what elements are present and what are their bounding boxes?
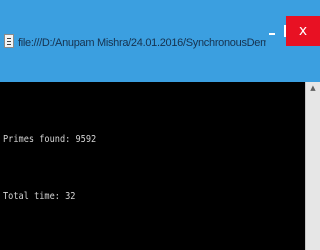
console-line-primes: Primes found: 9592: [3, 134, 97, 145]
vertical-scrollbar[interactable]: ▲: [305, 82, 320, 250]
scroll-up-arrow-icon[interactable]: ▲: [306, 82, 320, 94]
close-button[interactable]: x: [286, 16, 320, 46]
console-app-icon[interactable]: [4, 34, 14, 48]
close-icon: x: [298, 23, 308, 39]
console-output: Primes found: 9592 Total time: 32: [0, 82, 305, 250]
window-title: file:///D:/Anupam Mishra/24.01.2016/Sync…: [18, 37, 266, 49]
console-window: file:///D:/Anupam Mishra/24.01.2016/Sync…: [0, 0, 320, 250]
console-line-time: Total time: 32: [3, 191, 76, 202]
minimize-icon: [269, 33, 275, 35]
minimize-button[interactable]: [266, 16, 278, 46]
title-bar[interactable]: file:///D:/Anupam Mishra/24.01.2016/Sync…: [0, 0, 320, 82]
